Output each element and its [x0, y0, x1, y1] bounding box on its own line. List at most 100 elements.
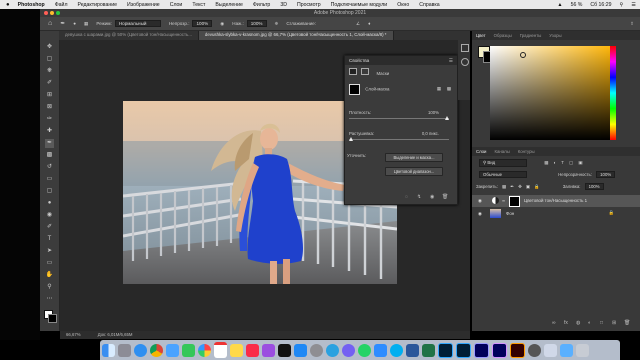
menu-file[interactable]: Файл	[55, 2, 68, 8]
frame-tool-icon[interactable]: ⊠	[45, 103, 54, 112]
filter-smart-icon[interactable]: ▣	[578, 160, 582, 165]
color-picker-field[interactable]	[490, 46, 616, 140]
excel-icon[interactable]	[421, 343, 435, 357]
menu-text[interactable]: Текст	[192, 2, 205, 8]
trash-icon[interactable]	[575, 343, 589, 357]
flow-field[interactable]: 100%	[246, 20, 267, 27]
gradient-tool-icon[interactable]: ▢	[45, 187, 54, 196]
new-layer-icon[interactable]: ⊞	[612, 320, 616, 326]
filter-shape-icon[interactable]: ▢	[569, 160, 573, 165]
fx-icon[interactable]: fx	[564, 320, 568, 326]
lock-all-icon[interactable]: 🔒	[534, 184, 539, 189]
panel-menu-icon[interactable]: ☰	[449, 56, 453, 65]
apply-mask-icon[interactable]: ▩	[447, 86, 451, 92]
menu-window[interactable]: Окно	[397, 2, 409, 8]
eyedropper-tool-icon[interactable]: ✑	[45, 115, 54, 124]
music-icon[interactable]	[245, 343, 259, 357]
apple-icon[interactable]: ●	[6, 2, 10, 8]
pressure-opacity-icon[interactable]: ◉	[220, 21, 224, 27]
podcasts-icon[interactable]	[261, 343, 275, 357]
path-select-tool-icon[interactable]: ➤	[45, 247, 54, 256]
marquee-tool-icon[interactable]: ▢	[45, 55, 54, 64]
menu-filter[interactable]: Фильтр	[253, 2, 270, 8]
new-adjustment-icon[interactable]: ◐	[588, 320, 591, 326]
finder-icon[interactable]	[101, 343, 115, 357]
tab-layers[interactable]: Слои	[472, 149, 490, 154]
search-icon[interactable]: ⚲	[620, 2, 624, 8]
mail-icon[interactable]	[165, 343, 179, 357]
move-tool-icon[interactable]: ✥	[45, 43, 54, 52]
illustrator-icon[interactable]	[509, 342, 525, 358]
viber-icon[interactable]	[341, 343, 355, 357]
lock-position-icon[interactable]: ✥	[518, 184, 522, 189]
adjustments-panel-icon[interactable]	[461, 58, 469, 66]
visibility-eye-icon[interactable]: ◉	[478, 211, 482, 217]
type-tool-icon[interactable]: T	[45, 235, 54, 244]
tv-icon[interactable]	[277, 343, 291, 357]
control-center-icon[interactable]: ☰	[631, 2, 636, 8]
layer-row[interactable]: ◉ ∞ Цветовой тон/Насыщенность 1	[472, 195, 640, 207]
lightroom-icon[interactable]	[437, 342, 453, 358]
tab-patterns[interactable]: Узоры	[545, 33, 565, 38]
zoom-app-icon[interactable]	[373, 343, 387, 357]
feather-slider-handle[interactable]	[349, 137, 353, 141]
after-effects-icon[interactable]	[491, 342, 507, 358]
blend-mode-select[interactable]: Обычные	[479, 171, 527, 178]
filter-type-icon[interactable]: T	[561, 160, 564, 165]
menu-layers[interactable]: Слои	[170, 2, 183, 8]
tab-document-2[interactable]: devushka-slybka-v-krasnom.jpg @ 66,7% (Ц…	[198, 31, 394, 40]
photoshop-icon[interactable]	[455, 342, 471, 358]
density-value[interactable]: 100%	[428, 110, 439, 115]
opacity-field[interactable]: 100%	[192, 20, 213, 27]
angle-icon[interactable]: ∠	[356, 21, 360, 27]
safari-icon[interactable]	[133, 343, 147, 357]
layer-opacity-field[interactable]: 100%	[596, 171, 616, 178]
menu-app[interactable]: Photoshop	[18, 2, 45, 8]
pen-tool-icon[interactable]: ✐	[45, 223, 54, 232]
home-icon[interactable]: ⌂	[48, 20, 52, 27]
layer-row[interactable]: ◉ Фон 🔒	[472, 208, 640, 220]
calendar-icon[interactable]	[213, 342, 227, 358]
app-store-icon[interactable]	[293, 343, 307, 357]
downloads-icon[interactable]	[559, 343, 573, 357]
stamp-tool-icon[interactable]: ▩	[45, 151, 54, 160]
add-mask-icon[interactable]: ◍	[576, 320, 580, 326]
select-mask-icon[interactable]: ▦	[437, 86, 441, 92]
menu-edit[interactable]: Редактирование	[77, 2, 117, 8]
density-slider-handle[interactable]	[445, 116, 449, 120]
link-layers-icon[interactable]: ∞	[552, 320, 556, 326]
brush-size-icon[interactable]: ●	[73, 21, 76, 26]
shape-tool-icon[interactable]: ▭	[45, 259, 54, 268]
eraser-tool-icon[interactable]: ▭	[45, 175, 54, 184]
lock-pixels-icon[interactable]: ▩	[502, 184, 506, 189]
layer-filter-select[interactable]: ⚲ Вид	[479, 159, 527, 167]
tab-paths[interactable]: Контуры	[514, 149, 539, 154]
tab-swatches[interactable]: Образцы	[490, 33, 516, 38]
pixel-mask-icon[interactable]	[349, 68, 357, 75]
delete-icon[interactable]: 🗑	[442, 194, 448, 200]
preview-icon[interactable]	[543, 343, 557, 357]
zoom-level[interactable]: 66,67%	[66, 332, 81, 337]
apply-icon[interactable]: ↯	[417, 194, 421, 200]
menu-view[interactable]: Просмотр	[297, 2, 321, 8]
brush-panel-icon[interactable]: ▦	[84, 21, 88, 27]
chrome-icon[interactable]	[149, 343, 163, 357]
filter-adjust-icon[interactable]: ◐	[553, 160, 556, 165]
photos-icon[interactable]	[197, 343, 211, 357]
quick-select-tool-icon[interactable]: ✐	[45, 79, 54, 88]
crop-tool-icon[interactable]: ⊞	[45, 91, 54, 100]
filter-pixel-icon[interactable]: ▩	[544, 160, 548, 165]
delete-layer-icon[interactable]: 🗑	[624, 320, 630, 326]
chain-icon[interactable]: ∞	[502, 198, 505, 203]
notes-icon[interactable]	[229, 343, 243, 357]
new-group-icon[interactable]: □	[600, 320, 603, 326]
load-selection-icon[interactable]: ◌	[405, 194, 408, 200]
menu-help[interactable]: Справка	[419, 2, 439, 8]
zoom-tool-icon[interactable]: ⚲	[45, 283, 54, 292]
lock-artboard-icon[interactable]: ▣	[526, 184, 530, 189]
symmetry-icon[interactable]: ♦	[368, 21, 370, 26]
color-picker-cursor[interactable]	[520, 52, 526, 58]
quicktime-icon[interactable]	[527, 343, 541, 357]
tab-color[interactable]: Цвет	[472, 33, 490, 38]
messages-icon[interactable]	[181, 343, 195, 357]
